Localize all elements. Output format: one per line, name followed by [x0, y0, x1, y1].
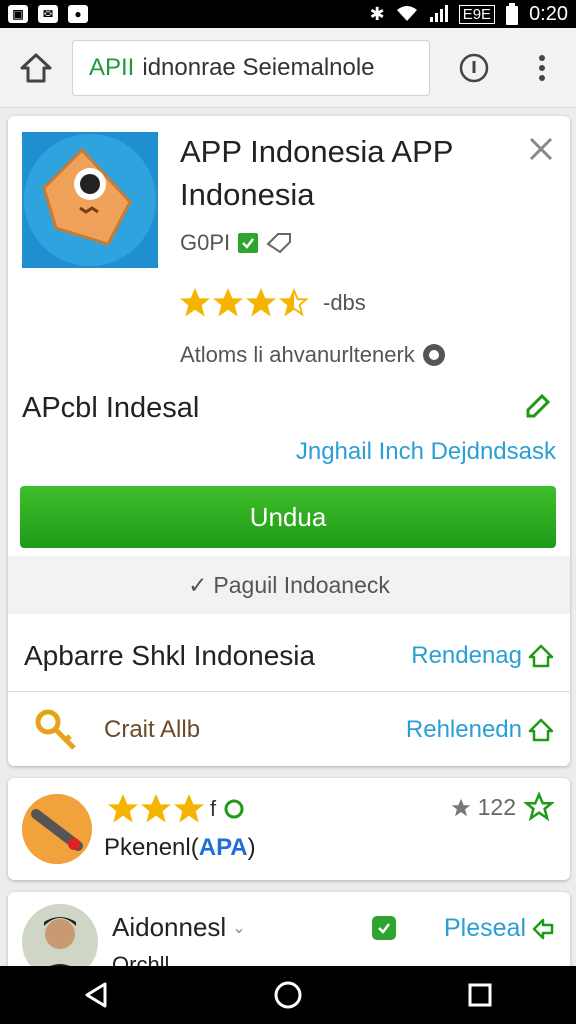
tag-icon [266, 233, 292, 254]
app-title: APP Indonesia APP Indonesia [180, 134, 453, 212]
rating-count: -dbs [323, 290, 366, 315]
signal-icon [429, 5, 448, 22]
row-link[interactable]: Rendenag [411, 642, 522, 670]
edit-icon[interactable] [524, 392, 552, 420]
url-text: idnonrae Seiemalnole [142, 54, 375, 81]
sub-strip[interactable]: ✓ Paguil Indoaneck [8, 556, 570, 614]
home-icon[interactable] [18, 50, 54, 86]
mail-notification-icon: ✉ [38, 5, 58, 23]
bluetooth-icon: ✱ [369, 3, 385, 24]
info-icon[interactable] [458, 52, 490, 84]
star-filled-icon [246, 288, 276, 317]
developer-row: G0PI [180, 230, 292, 256]
star-rating [180, 288, 309, 318]
verified-icon [372, 916, 396, 940]
row-title: Crait Allb [104, 716, 201, 743]
list-row-1[interactable]: Apbarre Shkl Indonesia Rendenag [8, 620, 570, 692]
details-link[interactable]: Jnghail Inch Dejdndsask [296, 438, 556, 466]
reviewer-name-text: Pkenenl( [104, 834, 199, 861]
star-filled-icon [174, 794, 204, 823]
reviewer-avatar [22, 794, 92, 864]
clock: 0:20 [529, 2, 568, 25]
verified-icon [238, 233, 259, 253]
battery-icon [506, 3, 519, 25]
browser-toolbar: APII idnonrae Seiemalnole [0, 28, 576, 108]
review-stars: f [108, 794, 246, 824]
star-filled-icon [141, 794, 171, 823]
ads-note: Atloms li ahvanurltenerk [180, 342, 415, 367]
review-star-rating [108, 794, 204, 824]
developer-name: G0PI [180, 230, 231, 255]
list-row-2[interactable]: Crait Allb Rehlenedn [8, 694, 570, 766]
home-circle-icon[interactable] [268, 975, 308, 1015]
review-card[interactable]: f Pkenenl(APA) 122 [8, 778, 570, 880]
sub-label: Paguil Indoaneck [213, 571, 390, 598]
user-name-row: Aidonnesl ⌄ [112, 912, 246, 943]
app-install-card: APP Indonesia APP Indonesia G0PI -dbs At… [8, 116, 570, 766]
info-bubble-icon [422, 344, 445, 366]
status-bar: ▣ ✉ ● ✱ E9E 0:20 [0, 0, 576, 28]
ads-note-row: Atloms li ahvanurltenerk [180, 342, 447, 368]
row-link[interactable]: Rehlenedn [406, 716, 522, 744]
star-filled-icon [108, 794, 138, 823]
carrier-badge: E9E [458, 4, 496, 24]
overflow-menu-icon[interactable] [530, 52, 554, 84]
home-outline-icon[interactable] [528, 717, 554, 743]
chevron-down-icon[interactable]: ⌄ [232, 918, 245, 938]
install-button[interactable]: Undua [20, 486, 556, 548]
star-icon [451, 798, 470, 816]
review-score-value: 122 [477, 794, 516, 820]
user-card[interactable]: Aidonnesl ⌄ Orchll Pleseal [8, 892, 570, 972]
home-outline-icon[interactable] [528, 643, 554, 669]
check-icon: ✓ [188, 571, 208, 598]
reviewer-name: Pkenenl(APA) [104, 834, 256, 862]
rating-row: -dbs [180, 288, 366, 318]
share-icon[interactable] [530, 916, 556, 942]
system-nav-bar [0, 966, 576, 1024]
star-filled-icon [180, 288, 210, 317]
star-filled-icon [213, 288, 243, 317]
image-notification-icon: ▣ [8, 5, 28, 23]
row-title: Apbarre Shkl Indonesia [24, 639, 316, 671]
recents-icon[interactable] [460, 975, 500, 1015]
review-score: 122 [450, 794, 516, 821]
url-scheme: APII [89, 54, 135, 81]
app-icon [22, 132, 158, 268]
back-icon[interactable] [76, 975, 116, 1015]
key-icon [35, 709, 76, 750]
star-half-icon [279, 288, 309, 317]
camera-notification-icon: ● [68, 5, 88, 23]
review-stars-suffix: f [210, 796, 217, 821]
url-bar[interactable]: APII idnonrae Seiemalnole [72, 40, 430, 96]
user-link[interactable]: Pleseal [444, 914, 526, 943]
refresh-icon [224, 799, 244, 819]
star-outline-icon[interactable] [524, 792, 554, 822]
user-avatar [22, 904, 98, 972]
close-icon[interactable] [528, 136, 554, 162]
user-name: Aidonnesl [112, 912, 227, 942]
wifi-icon [396, 6, 417, 21]
reviewer-name-close: ) [247, 834, 256, 861]
reviewer-tag: APA [198, 834, 248, 861]
section-title: APcbl Indesal [22, 392, 200, 424]
